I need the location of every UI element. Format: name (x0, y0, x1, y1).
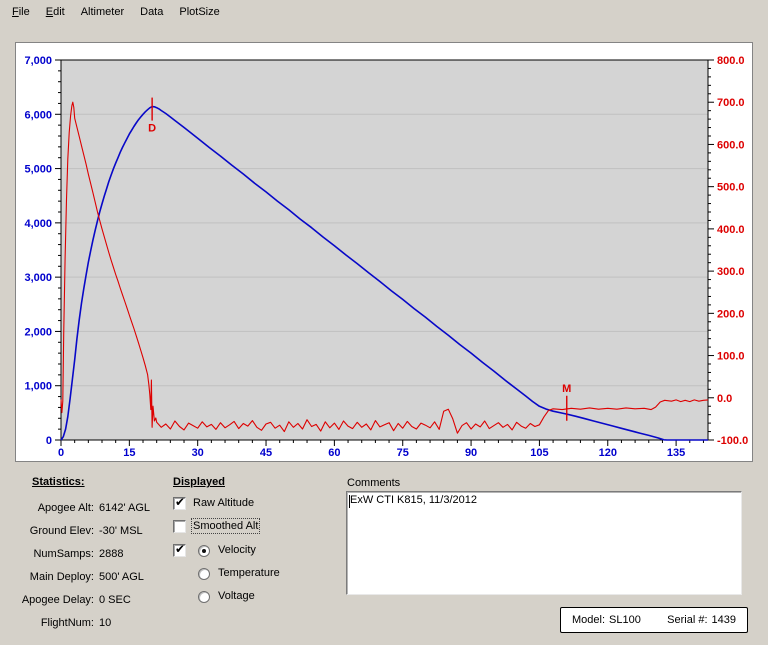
x-tick-label: 30 (192, 447, 204, 459)
menu-item-edit[interactable]: Edit (42, 4, 69, 20)
stat-value: 2888 (99, 548, 123, 560)
serial-value: 1439 (712, 614, 736, 626)
smoothed-alt-label[interactable]: Smoothed Alt (193, 520, 258, 532)
voltage-label[interactable]: Voltage (218, 590, 255, 602)
x-tick-label: 45 (260, 447, 272, 459)
comments-label: Comments (347, 477, 400, 489)
comments-textarea[interactable] (346, 491, 742, 595)
y-left-tick-label: 3,000 (24, 272, 52, 284)
radio-dot (202, 549, 206, 553)
x-tick-label: 0 (58, 447, 64, 459)
stat-row: Apogee Delay: 0 SEC (18, 594, 198, 608)
stat-label: FlightNum: (18, 617, 94, 629)
model-value: SL100 (609, 614, 641, 626)
model-serial-box: Model: SL100 Serial #: 1439 (560, 607, 748, 633)
stat-row: FlightNum: 10 (18, 617, 198, 631)
x-tick-label: 60 (328, 447, 340, 459)
statistics-header: Statistics: (32, 476, 168, 488)
stat-value: 6142' AGL (99, 502, 150, 514)
menu-item-file[interactable]: File (8, 4, 34, 20)
stat-row: Apogee Alt: 6142' AGL (18, 502, 198, 516)
menu-bar: File Edit Altimeter Data PlotSize (0, 0, 768, 24)
stat-label: Apogee Alt: (18, 502, 94, 514)
stat-row: NumSamps: 2888 (18, 548, 198, 562)
stat-label: NumSamps: (18, 548, 94, 560)
stat-value: 0 SEC (99, 594, 131, 606)
smoothed-alt-checkbox[interactable] (173, 520, 186, 533)
displayed-header: Displayed (173, 476, 323, 488)
y-left-tick-label: 6,000 (24, 109, 52, 121)
altimeter-app-window: { "menu": { "items": [ {"label": "File",… (0, 0, 768, 645)
text-caret (349, 495, 350, 508)
raw-altitude-label[interactable]: Raw Altitude (193, 497, 254, 509)
y-left-tick-label: 7,000 (24, 55, 52, 67)
event-marker-d-label: D (148, 123, 156, 135)
y-right-tick-label: 0.0 (717, 393, 732, 405)
stat-label: Main Deploy: (18, 571, 94, 583)
voltage-radio[interactable] (198, 591, 210, 603)
x-tick-label: 90 (465, 447, 477, 459)
stat-label: Apogee Delay: (18, 594, 94, 606)
y-left-tick-label: 4,000 (24, 218, 52, 230)
x-tick-label: 120 (599, 447, 617, 459)
y-right-tick-label: 100.0 (717, 351, 745, 363)
velocity-checkbox[interactable]: ✔ (173, 544, 186, 557)
y-left-tick-label: 2,000 (24, 326, 52, 338)
checkmark-icon: ✔ (175, 543, 185, 556)
menu-item-plotsize[interactable]: PlotSize (175, 4, 223, 20)
y-right-tick-label: 300.0 (717, 266, 745, 278)
stat-row: Main Deploy: 500' AGL (18, 571, 198, 585)
y-right-tick-label: 200.0 (717, 308, 745, 320)
x-tick-label: 75 (397, 447, 409, 459)
y-right-tick-label: 800.0 (717, 55, 745, 67)
displayed-section: Displayed ✔Raw AltitudeSmoothed Alt✔Velo… (173, 476, 323, 488)
velocity-label[interactable]: Velocity (218, 544, 256, 556)
stat-value: -30' MSL (99, 525, 143, 537)
serial-label: Serial #: (667, 614, 707, 626)
y-right-tick-label: 500.0 (717, 182, 745, 194)
flight-plot-panel[interactable]: 0 15 30 45 60 75 90 105 120 135 0 1,000 2,000 3,000 4,… (15, 42, 753, 462)
x-tick-label: 15 (123, 447, 135, 459)
x-tick-label: 105 (530, 447, 548, 459)
statistics-section: Statistics: Apogee Alt:6142' AGLGround E… (18, 476, 168, 488)
stat-label: Ground Elev: (18, 525, 94, 537)
y-left-tick-label: 0 (46, 435, 52, 447)
y-right-tick-label: 400.0 (717, 224, 745, 236)
menu-item-altimeter[interactable]: Altimeter (77, 4, 128, 20)
y-left-tick-label: 5,000 (24, 164, 52, 176)
model-label: Model: (572, 614, 605, 626)
flight-plot-chart[interactable]: 0 15 30 45 60 75 90 105 120 135 0 1,000 2,000 3,000 4,… (16, 43, 752, 461)
stat-row: Ground Elev: -30' MSL (18, 525, 198, 539)
x-tick-label: 135 (667, 447, 685, 459)
temperature-label[interactable]: Temperature (218, 567, 280, 579)
velocity-radio[interactable] (198, 545, 210, 557)
menu-item-data[interactable]: Data (136, 4, 167, 20)
raw-altitude-checkbox[interactable]: ✔ (173, 497, 186, 510)
event-marker-m-label: M (562, 383, 571, 395)
y-right-tick-label: 600.0 (717, 139, 745, 151)
y-right-tick-label: 700.0 (717, 97, 745, 109)
plot-area[interactable] (61, 60, 708, 440)
stat-value: 10 (99, 617, 111, 629)
y-left-tick-label: 1,000 (24, 381, 52, 393)
y-right-tick-label: -100.0 (717, 435, 748, 447)
stat-value: 500' AGL (99, 571, 144, 583)
checkmark-icon: ✔ (175, 496, 185, 509)
temperature-radio[interactable] (198, 568, 210, 580)
